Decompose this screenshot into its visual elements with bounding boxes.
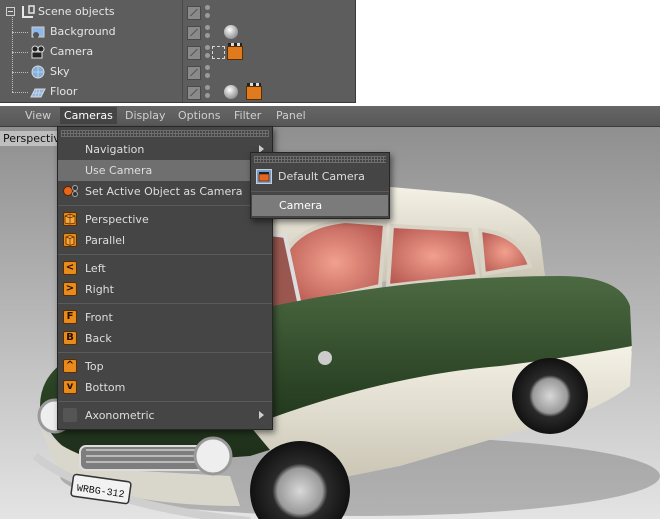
collapse-toggle-icon[interactable] xyxy=(6,7,15,16)
menu-grip[interactable] xyxy=(61,130,269,137)
menu-item-default-camera[interactable]: Default Camera xyxy=(251,165,389,188)
bottom-view-icon: v xyxy=(63,380,77,394)
cameras-menu: Navigation Use Camera Set Active Object … xyxy=(57,126,273,430)
menu-item-label: Default Camera xyxy=(278,170,365,183)
menu-options[interactable]: Options xyxy=(178,109,220,122)
object-row-floor[interactable]: Floor xyxy=(0,82,355,102)
menu-item-set-active-object-as-camera[interactable]: Set Active Object as Camera xyxy=(58,181,272,202)
floor-object-icon xyxy=(30,84,46,100)
menu-item-label: Bottom xyxy=(85,381,126,394)
menu-separator xyxy=(58,205,272,206)
menu-item-back[interactable]: B Back xyxy=(58,328,272,349)
menu-separator xyxy=(58,254,272,255)
editor-render-dots-icon[interactable] xyxy=(205,85,210,99)
menu-item-navigation[interactable]: Navigation xyxy=(58,139,272,160)
material-tag-icon[interactable] xyxy=(224,85,238,99)
parallel-icon xyxy=(63,233,77,247)
clapboard-tag-icon[interactable] xyxy=(227,43,243,60)
default-camera-icon xyxy=(256,169,272,184)
viewport[interactable]: WRBG-312 View Cameras Display Options Fi… xyxy=(0,106,660,519)
menu-item-bottom[interactable]: v Bottom xyxy=(58,377,272,398)
object-row-sky[interactable]: Sky xyxy=(0,62,355,82)
editor-render-dots-icon[interactable] xyxy=(205,45,210,59)
menu-display[interactable]: Display xyxy=(125,109,166,122)
camera-object-icon xyxy=(30,44,46,60)
menu-item-label: Front xyxy=(85,311,113,324)
menu-item-use-camera[interactable]: Use Camera xyxy=(58,160,272,181)
visibility-toggle-icon[interactable] xyxy=(187,26,201,40)
editor-render-dots-icon[interactable] xyxy=(205,25,210,39)
menu-item-perspective[interactable]: Perspective xyxy=(58,209,272,230)
object-manager-panel: Scene objects Background Camera Sky Floo… xyxy=(0,0,356,103)
object-label: Scene objects xyxy=(38,5,115,18)
menu-panel[interactable]: Panel xyxy=(276,109,306,122)
top-view-icon: ^ xyxy=(63,359,77,373)
object-row-camera[interactable]: Camera xyxy=(0,42,355,62)
visibility-toggle-icon[interactable] xyxy=(187,46,201,60)
menu-separator xyxy=(58,303,272,304)
object-row-background[interactable]: Background xyxy=(0,22,355,42)
menu-item-label: Top xyxy=(85,360,104,373)
object-label: Floor xyxy=(50,85,78,98)
menu-item-label: Perspective xyxy=(85,213,149,226)
menu-item-label: Right xyxy=(85,283,114,296)
perspective-icon xyxy=(63,212,77,226)
menu-item-front[interactable]: F Front xyxy=(58,307,272,328)
menu-item-label: Use Camera xyxy=(85,164,153,177)
menu-filter[interactable]: Filter xyxy=(234,109,261,122)
use-camera-submenu: Default Camera Camera xyxy=(250,152,390,219)
menu-item-label: Left xyxy=(85,262,106,275)
menu-item-axonometric[interactable]: Axonometric xyxy=(58,405,272,426)
set-active-camera-icon xyxy=(63,184,78,198)
menu-item-label: Parallel xyxy=(85,234,126,247)
editor-render-dots-icon[interactable] xyxy=(205,5,210,19)
clapboard-tag-icon[interactable] xyxy=(246,83,262,100)
object-label: Camera xyxy=(50,45,94,58)
menu-cameras[interactable]: Cameras xyxy=(60,107,117,124)
layer-icon xyxy=(20,4,36,20)
visibility-toggle-icon[interactable] xyxy=(187,66,201,80)
submenu-arrow-icon xyxy=(259,411,264,419)
menu-item-right[interactable]: > Right xyxy=(58,279,272,300)
menu-separator xyxy=(251,191,389,192)
visibility-toggle-icon[interactable] xyxy=(187,6,201,20)
sky-object-icon xyxy=(30,64,46,80)
menu-item-label: Axonometric xyxy=(85,409,155,422)
menu-view[interactable]: View xyxy=(25,109,51,122)
object-label: Background xyxy=(50,25,116,38)
back-view-icon: B xyxy=(63,331,77,345)
object-row-root[interactable]: Scene objects xyxy=(0,2,355,22)
menu-item-parallel[interactable]: Parallel xyxy=(58,230,272,251)
visibility-toggle-icon[interactable] xyxy=(187,86,201,100)
viewport-menubar: View Cameras Display Options Filter Pane… xyxy=(0,106,660,127)
background-object-icon xyxy=(30,24,46,40)
material-tag-icon[interactable] xyxy=(224,25,238,39)
menu-item-top[interactable]: ^ Top xyxy=(58,356,272,377)
menu-item-camera[interactable]: Camera xyxy=(252,195,388,216)
axonometric-icon xyxy=(63,408,77,422)
menu-grip[interactable] xyxy=(254,156,386,163)
menu-separator xyxy=(58,401,272,402)
menu-item-label: Set Active Object as Camera xyxy=(85,185,243,198)
menu-item-label: Back xyxy=(85,332,112,345)
menu-item-left[interactable]: < Left xyxy=(58,258,272,279)
target-tag-icon[interactable] xyxy=(212,46,225,59)
menu-item-label: Camera xyxy=(279,199,323,212)
menu-item-label: Navigation xyxy=(85,143,145,156)
menu-separator xyxy=(58,352,272,353)
editor-render-dots-icon[interactable] xyxy=(205,65,210,79)
left-view-icon: < xyxy=(63,261,77,275)
front-view-icon: F xyxy=(63,310,77,324)
right-view-icon: > xyxy=(63,282,77,296)
object-label: Sky xyxy=(50,65,70,78)
